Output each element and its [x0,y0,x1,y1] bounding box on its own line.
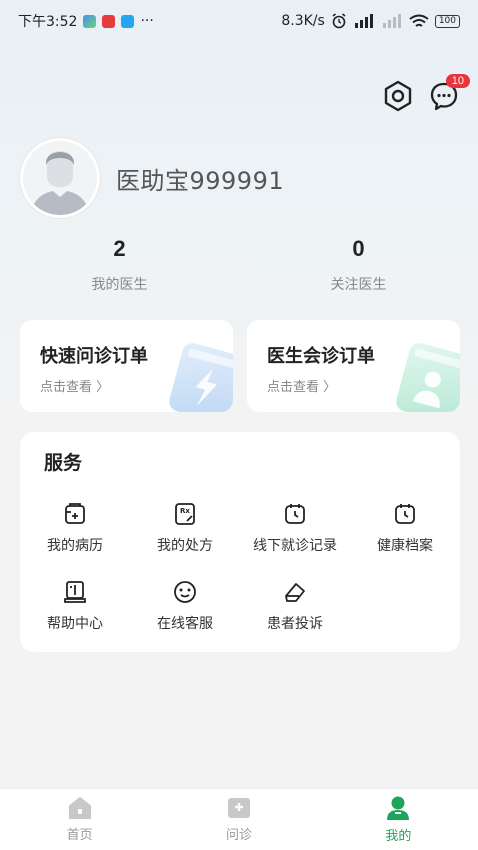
settings-button[interactable] [382,80,414,112]
bottom-tab-bar: 首页 问诊 我的 [0,788,478,850]
service-health-file[interactable]: 健康档案 [350,501,460,579]
status-right: 8.3K/s 100 [281,13,460,29]
more-notifications-icon: ··· [140,13,154,29]
complaint-icon [285,583,305,602]
signal-weak-icon [382,14,401,28]
messages-button[interactable]: 10 [428,74,470,112]
service-medical-record[interactable]: 我的病历 [20,501,130,579]
message-badge: 10 [445,74,470,88]
tab-mine[interactable]: 我的 [319,789,478,850]
clinic-record-icon [285,504,305,524]
app-notification-icon [102,14,116,28]
order-view-label: 点击查看 [40,380,93,395]
tab-label: 首页 [66,828,93,843]
help-book-icon [64,581,86,603]
service-label: 在线客服 [157,616,213,632]
signal-icon [354,14,373,28]
battery-icon: 100 [434,14,460,28]
services-title: 服务 [44,452,83,474]
service-label: 我的处方 [157,538,213,554]
service-complaint[interactable]: 患者投诉 [240,579,350,657]
home-icon [68,797,91,819]
header-actions: 10 [382,74,470,112]
service-label: 健康档案 [377,538,433,554]
status-left: 下午3:52 ··· [18,11,154,31]
service-help-center[interactable]: 帮助中心 [20,579,130,657]
order-view-label: 点击查看 [267,380,320,395]
status-time: 下午3:52 [18,14,78,30]
quick-consult-order-card[interactable]: 快速问诊订单 点击查看 〉 [20,320,233,412]
medical-record-icon [65,503,85,524]
chevron-right-icon: 〉 [96,380,110,395]
customer-service-icon [174,581,196,603]
service-label: 线下就诊记录 [253,538,337,554]
network-speed: 8.3K/s [281,13,325,29]
order-cards: 快速问诊订单 点击查看 〉 医生会诊订单 点击查看 〉 [20,320,460,412]
status-bar: 下午3:52 ··· 8.3K/s 100 [0,0,478,42]
profile-icon [387,796,410,820]
stat-label: 我的医生 [91,277,148,293]
service-clinic-record[interactable]: 线下就诊记录 [240,501,350,579]
service-customer-service[interactable]: 在线客服 [130,579,240,657]
services-grid: 我的病历 Rx 我的处方 线下就诊记录 健康档案 帮助中心 在线客服 患者投诉 [20,501,460,657]
stat-value: 0 [352,236,365,261]
stat-my-doctors[interactable]: 2 我的医生 [0,236,239,294]
prescription-icon: Rx [175,503,195,525]
stat-value: 2 [113,236,126,261]
avatar-placeholder-icon [23,141,97,215]
tab-label: 我的 [385,829,412,844]
services-panel: 服务 我的病历 Rx 我的处方 线下就诊记录 健康档案 帮助中心 在线客服 患者… [20,432,460,652]
service-label: 我的病历 [47,538,103,554]
service-label: 患者投诉 [267,616,323,632]
profile-header[interactable]: 医助宝999991 [20,138,284,218]
stat-label: 关注医生 [330,277,387,293]
consult-icon [227,798,250,818]
service-label: 帮助中心 [47,616,103,632]
chevron-right-icon: 〉 [323,380,337,395]
service-prescription[interactable]: Rx 我的处方 [130,501,240,579]
wifi-icon [409,14,429,27]
svg-text:Rx: Rx [180,507,190,515]
tab-home[interactable]: 首页 [0,789,159,850]
settings-icon [384,80,412,112]
avatar[interactable] [20,138,100,218]
stats-row: 2 我的医生 0 关注医生 [0,236,478,294]
stat-followed-doctors[interactable]: 0 关注医生 [239,236,478,294]
tab-label: 问诊 [225,828,252,843]
alarm-icon [332,13,346,29]
doctor-consult-order-card[interactable]: 医生会诊订单 点击查看 〉 [247,320,460,412]
tab-consult[interactable]: 问诊 [159,789,318,850]
app-notification-icon [121,14,135,28]
app-notification-icon [83,14,97,28]
health-file-icon [395,504,415,524]
username: 医助宝999991 [116,166,285,195]
